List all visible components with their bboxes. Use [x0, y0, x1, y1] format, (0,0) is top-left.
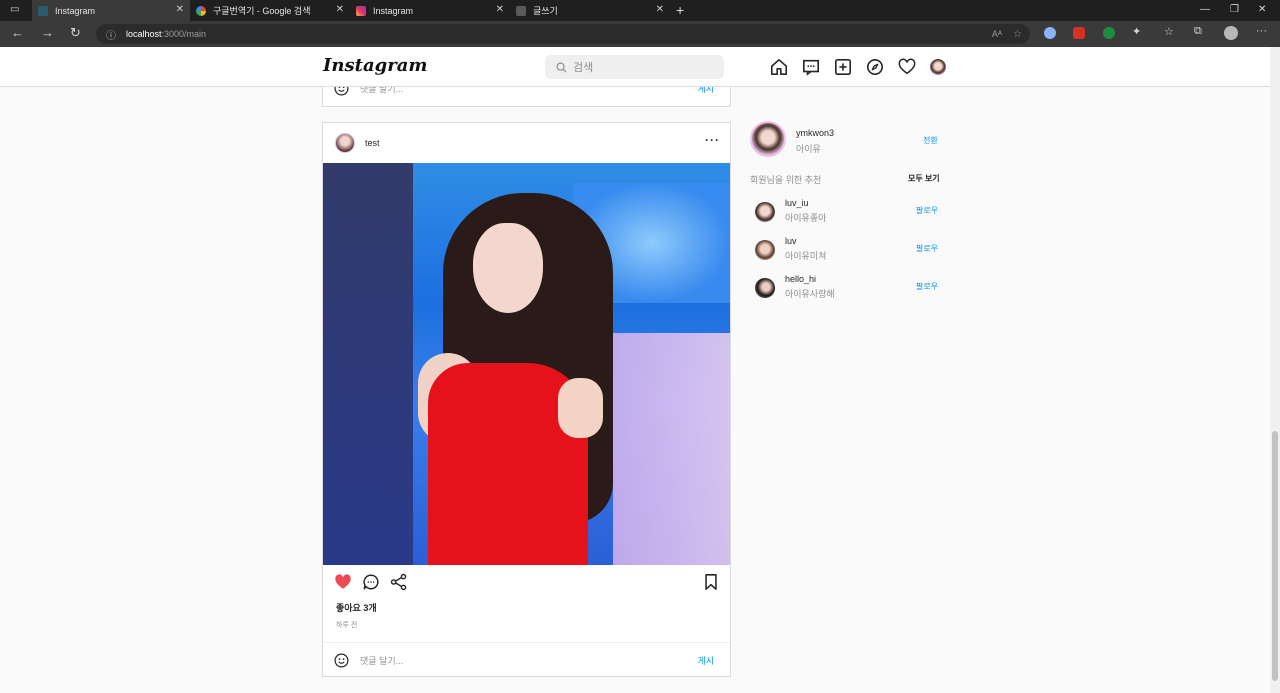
browser-tab-write[interactable]: 글쓰기 ✕ — [510, 0, 670, 21]
my-display-name: 아이유 — [796, 144, 821, 154]
suggestion-item: hello_hi 아이유사랑해 팔로우 — [755, 274, 945, 304]
suggestion-username[interactable]: hello_hi — [785, 274, 816, 284]
tab-title: 글쓰기 — [533, 6, 558, 16]
extension-icon[interactable] — [1073, 27, 1085, 39]
browser-tab-instagram-2[interactable]: Instagram ✕ — [350, 0, 510, 21]
info-icon[interactable]: ⓘ — [106, 27, 116, 42]
like-heart-icon[interactable] — [334, 573, 352, 591]
more-options-icon[interactable]: ··· — [705, 133, 720, 147]
url-field[interactable]: ⓘ localhost:3000/main Aᴬ ☆ — [96, 24, 1030, 44]
extension-icon[interactable] — [1103, 27, 1115, 39]
page-scrollbar[interactable] — [1270, 47, 1280, 693]
my-profile-avatar[interactable] — [750, 121, 786, 157]
favorites-icon[interactable]: ☆ — [1164, 25, 1174, 38]
scrollbar-thumb[interactable] — [1272, 431, 1278, 681]
comment-input[interactable]: 댓글 달기... — [360, 654, 403, 667]
page-favicon-icon — [516, 5, 526, 16]
share-icon[interactable] — [390, 573, 408, 591]
close-tab-icon[interactable]: ✕ — [176, 4, 184, 15]
follow-button[interactable]: 팔로우 — [916, 205, 938, 216]
close-tab-icon[interactable]: ✕ — [336, 4, 344, 15]
post-header: test ··· — [323, 123, 730, 163]
read-aloud-icon[interactable]: Aᴬ — [992, 29, 1002, 39]
forward-icon[interactable]: → — [41, 25, 54, 40]
address-bar-row: ← → ↻ ⓘ localhost:3000/main Aᴬ ☆ ✦ ☆ ⧉ ·… — [0, 21, 1280, 47]
tab-title: 구글번역기 - Google 검색 — [213, 6, 311, 16]
collections-icon[interactable]: ⧉ — [1194, 25, 1202, 38]
suggestion-name: 아이유미쳐 — [785, 251, 827, 261]
post-photo[interactable] — [323, 163, 730, 565]
instagram-header: Instagram 검색 — [0, 47, 1270, 87]
browser-tab-bar: ▭ Instagram ✕ 구글번역기 - Google 검색 ✕ Instag… — [0, 0, 1280, 21]
google-favicon-icon — [196, 5, 206, 16]
browser-tab-instagram[interactable]: Instagram ✕ — [32, 0, 190, 21]
photo-background — [613, 333, 730, 565]
menu-dots-icon[interactable]: ··· — [1256, 25, 1267, 37]
bookmark-icon[interactable] — [702, 573, 720, 591]
suggestion-avatar[interactable] — [755, 278, 775, 298]
likes-count[interactable]: 좋아요 3개 — [336, 601, 730, 614]
suggestions-title: 회원님을 위한 추천 — [750, 175, 822, 185]
suggestion-avatar[interactable] — [755, 240, 775, 260]
suggestion-username[interactable]: luv — [785, 236, 797, 246]
favorite-star-icon[interactable]: ☆ — [1013, 29, 1022, 40]
tab-actions-icon[interactable]: ▭ — [10, 4, 19, 15]
minimize-icon[interactable]: — — [1200, 4, 1210, 15]
see-all-button[interactable]: 모두 보기 — [908, 173, 940, 184]
post-author-avatar[interactable] — [335, 133, 355, 153]
photo-subject-face — [473, 223, 543, 313]
url-path: :3000/main — [161, 29, 207, 39]
suggestion-username[interactable]: luv_iu — [785, 198, 809, 208]
refresh-icon[interactable]: ↻ — [70, 25, 81, 41]
search-placeholder: 검색 — [573, 62, 594, 74]
search-input[interactable]: 검색 — [545, 55, 724, 79]
comment-row: 댓글 달기... 게시 — [323, 642, 730, 678]
tab-title: Instagram — [55, 5, 96, 16]
profile-avatar-icon[interactable] — [930, 59, 946, 75]
photo-subject-hand — [558, 378, 603, 438]
post-comment-button[interactable]: 게시 — [697, 654, 714, 667]
extensions-puzzle-icon[interactable]: ✦ — [1132, 25, 1141, 38]
suggestion-name: 아이유좋아 — [785, 213, 827, 223]
close-tab-icon[interactable]: ✕ — [496, 4, 504, 15]
suggestion-item: luv_iu 아이유좋아 팔로우 — [755, 198, 945, 228]
follow-button[interactable]: 팔로우 — [916, 243, 938, 254]
url-host: localhost — [126, 29, 162, 39]
post-card: test ··· 좋아요 3개 하루 전 댓글 달기... 게시 — [322, 122, 731, 677]
suggestion-avatar[interactable] — [755, 202, 775, 222]
home-icon[interactable] — [770, 58, 788, 76]
tab-title: Instagram — [373, 5, 414, 16]
new-post-icon[interactable] — [834, 58, 852, 76]
browser-tab-google[interactable]: 구글번역기 - Google 검색 ✕ — [190, 0, 350, 21]
follow-button[interactable]: 팔로우 — [916, 281, 938, 292]
switch-account-button[interactable]: 전환 — [923, 135, 938, 146]
messenger-icon[interactable] — [802, 58, 820, 76]
emoji-icon[interactable] — [334, 653, 349, 668]
profile-icon[interactable] — [1224, 26, 1238, 40]
post-actions — [323, 565, 730, 599]
comment-icon[interactable] — [362, 573, 380, 591]
search-icon — [556, 62, 567, 73]
post-author-username[interactable]: test — [365, 138, 380, 148]
instagram-logo[interactable]: Instagram — [323, 55, 427, 76]
photo-background — [323, 163, 413, 565]
instagram-favicon-icon — [356, 5, 366, 16]
explore-compass-icon[interactable] — [866, 58, 884, 76]
react-favicon-icon — [38, 5, 48, 16]
extension-icon[interactable] — [1044, 27, 1056, 39]
restore-icon[interactable]: ❐ — [1230, 4, 1239, 15]
activity-heart-icon[interactable] — [898, 58, 916, 76]
my-username[interactable]: ymkwon3 — [796, 128, 834, 138]
close-tab-icon[interactable]: ✕ — [656, 4, 664, 15]
new-tab-icon[interactable]: + — [676, 2, 684, 18]
close-window-icon[interactable]: ✕ — [1258, 4, 1266, 15]
post-timestamp: 하루 전 — [336, 622, 358, 629]
suggestion-item: luv 아이유미쳐 팔로우 — [755, 236, 945, 266]
suggestion-name: 아이유사랑해 — [785, 289, 835, 299]
back-icon[interactable]: ← — [11, 25, 24, 40]
